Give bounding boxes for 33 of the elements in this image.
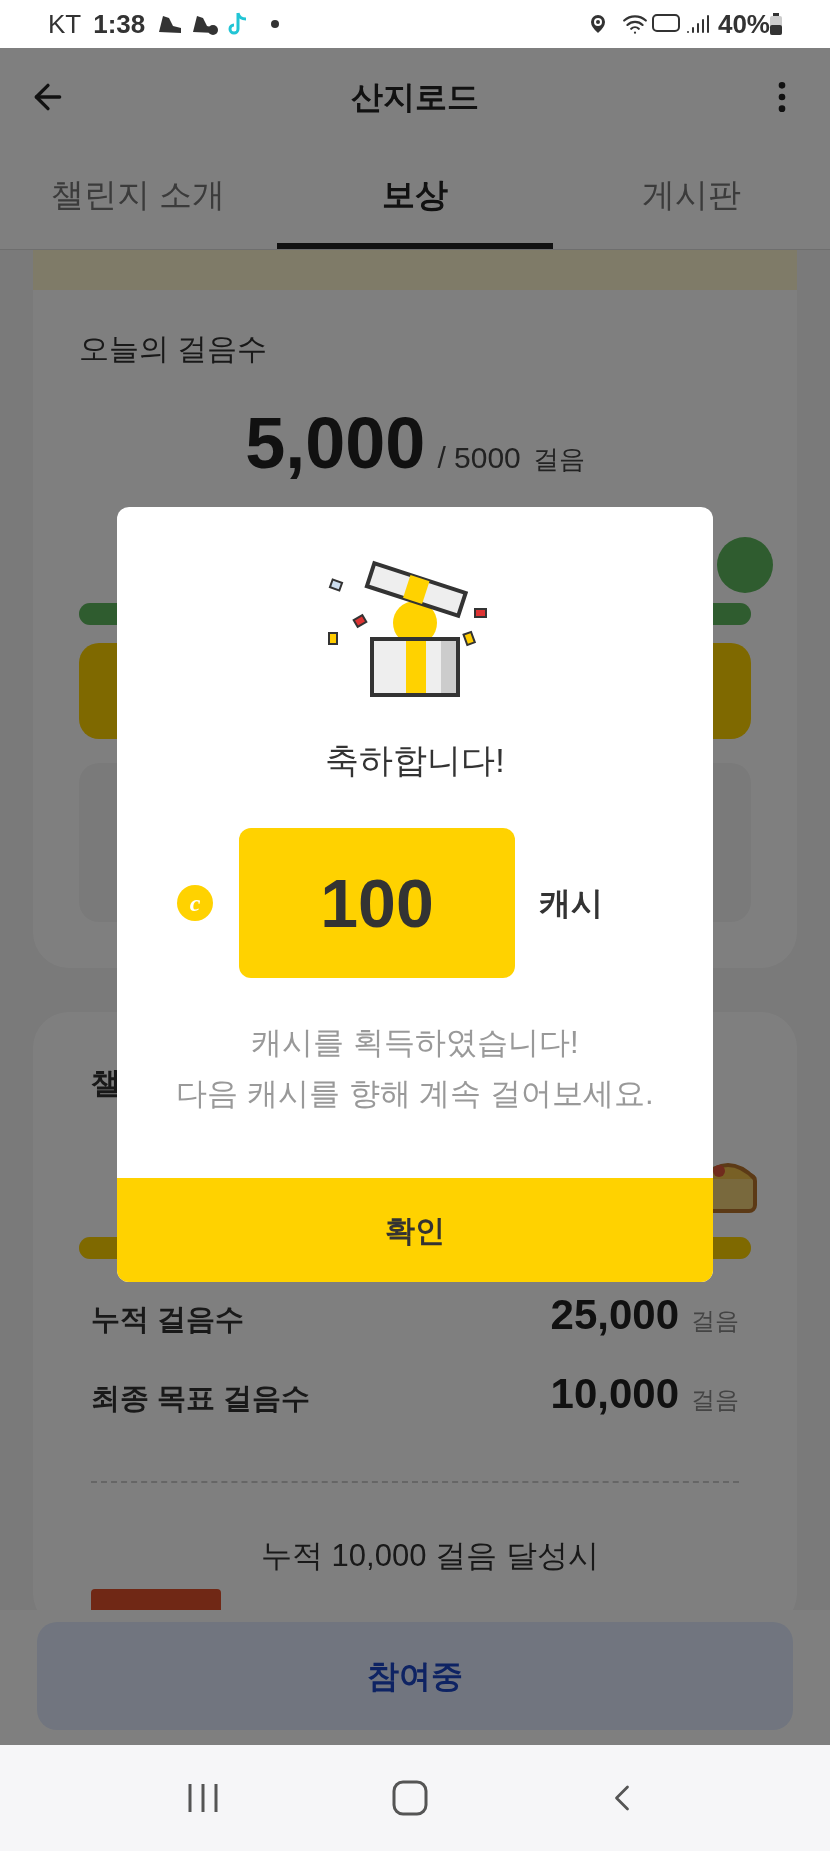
stat-value: 10,000 [550, 1369, 679, 1419]
stat-label: 최종 목표 걸음수 [91, 1381, 312, 1416]
dot-icon [271, 20, 280, 28]
coin-icon: c [177, 885, 213, 921]
hd-icon [651, 14, 680, 34]
card-title: 챌 [91, 1065, 121, 1101]
stat-unit: 걸음 [691, 1385, 739, 1415]
reward-amount: 100 [239, 828, 515, 978]
stat-unit: 걸음 [691, 1306, 739, 1336]
currency-label: 캐시 [539, 884, 603, 923]
dialog-message: 캐시를 획득하였습니다! [251, 1024, 579, 1062]
dialog-message: 다음 캐시를 향해 계속 걸어보세요. [176, 1074, 654, 1113]
tab[interactable]: 챌린지 소개 [0, 146, 277, 249]
tab[interactable]: 게시판 [553, 146, 830, 249]
reward-condition: 누적 10,000 걸음 달성시 [261, 1537, 599, 1575]
battery-icon [770, 13, 782, 35]
signal-icon [685, 12, 710, 36]
clock: 1:38 [93, 7, 146, 41]
step-count: 5,000 [245, 402, 426, 485]
dialog-title: 축하합니다! [325, 740, 505, 781]
stat-value: 25,000 [550, 1290, 679, 1340]
card-title: 오늘의 걸음수 [79, 331, 269, 367]
page-title: 산지로드 [350, 78, 480, 117]
home-icon[interactable] [392, 1780, 428, 1816]
step-unit: 걸음 [532, 443, 585, 476]
participating-button[interactable]: 참여중 [37, 1622, 793, 1730]
runner-badge [717, 537, 773, 593]
step-goal: / 5000 [437, 440, 521, 476]
battery-level: 40% [717, 7, 770, 41]
stat-label: 누적 걸음수 [91, 1302, 246, 1337]
carrier: KT [48, 7, 82, 41]
recent-apps-icon[interactable] [186, 1782, 220, 1814]
confirm-button[interactable]: 확인 [117, 1178, 713, 1282]
